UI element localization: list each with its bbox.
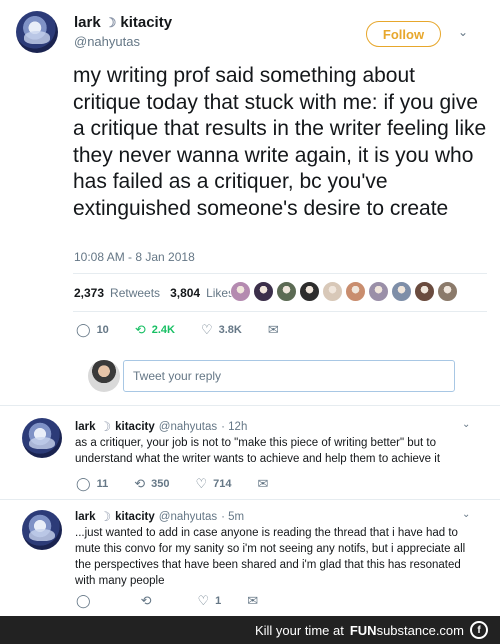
moon-icon: ☽ [99,509,112,524]
reply-handle: @nahyutas [158,511,218,523]
retweet-count: 2.4K [151,324,175,336]
heart-icon: ♡ [195,476,208,491]
display-name-suffix: kitacity [115,511,155,523]
like-action[interactable]: ♡ 714 [195,476,231,492]
dm-action[interactable]: ✉ [247,593,258,609]
author-name[interactable]: lark ☽ kitacity [74,14,172,31]
author-handle[interactable]: @nahyutas [74,34,140,49]
display-name-suffix: kitacity [120,14,173,31]
retweet-action[interactable]: ⟲ 2.4K [135,322,175,338]
funsubstance-logo-icon: f [470,621,488,639]
likes-count[interactable]: 3,804 [170,286,200,300]
like-action[interactable]: ♡ 3.8K [201,322,242,338]
liker-avatar[interactable] [345,281,366,302]
retweet-icon: ⟲ [134,322,146,337]
liker-avatar[interactable] [437,281,458,302]
watermark-prefix: Kill your time at [254,622,344,638]
divider [73,273,487,274]
tweet-actions: ◯ 10 ⟲ 2.4K ♡ 3.8K ✉ [76,322,305,338]
liker-avatar[interactable] [253,281,274,302]
follow-button[interactable]: Follow [366,21,441,47]
reply-actions: ◯ ⟲ ♡ 1 ✉ [76,593,284,609]
liker-avatar[interactable] [414,281,435,302]
liker-avatar[interactable] [230,281,251,302]
watermark-bar: Kill your time at FUNsubstance.com f [0,616,500,644]
reply-input[interactable]: Tweet your reply [123,360,455,392]
display-name-suffix: kitacity [115,421,155,433]
liker-avatars[interactable] [230,281,458,302]
like-action[interactable]: ♡ 1 [197,593,221,609]
envelope-icon: ✉ [257,476,269,491]
liker-avatar[interactable] [391,281,412,302]
chevron-down-icon[interactable]: ⌄ [462,419,470,430]
like-count: 3.8K [218,324,242,336]
reply-actions: ◯ 11 ⟲ 350 ♡ 714 ✉ [76,476,294,492]
retweets-count[interactable]: 2,373 [74,286,104,300]
watermark-brand: FUNsubstance.com [349,622,464,638]
retweet-icon: ⟲ [140,593,152,608]
dm-action[interactable]: ✉ [257,476,268,492]
reply-time: · 12h [221,421,248,433]
reply-time: · 5m [221,511,245,523]
dm-action[interactable]: ✉ [268,322,279,338]
heart-icon: ♡ [197,593,210,608]
liker-avatar[interactable] [276,281,297,302]
like-count: 1 [215,595,222,607]
tweet-stats: 2,373 Retweets 3,804 Likes [74,286,234,300]
display-name: lark [75,421,96,433]
avatar [88,360,120,392]
retweet-icon: ⟲ [134,476,146,491]
envelope-icon: ✉ [267,322,279,337]
reply-icon: ◯ [76,593,91,608]
reply-count: 11 [96,478,109,490]
moon-icon: ☽ [104,14,117,30]
reply-action[interactable]: ◯ [76,593,97,609]
like-count: 714 [213,478,232,490]
reply-text: ...just wanted to add in case anyone is … [75,527,466,587]
reply-author[interactable]: lark ☽ kitacity @nahyutas · 12h [75,419,247,435]
heart-icon: ♡ [200,322,213,337]
retweet-count: 350 [151,478,170,490]
retweet-action[interactable]: ⟲ [141,593,158,609]
reply-icon: ◯ [76,322,91,337]
chevron-down-icon[interactable]: ⌄ [462,509,470,520]
liker-avatar[interactable] [368,281,389,302]
avatar[interactable] [22,418,62,458]
reply-action[interactable]: ◯ 10 [76,322,109,338]
divider [0,405,500,406]
retweet-action[interactable]: ⟲ 350 [134,476,169,492]
reply-action[interactable]: ◯ 11 [76,476,108,492]
chevron-down-icon[interactable]: ⌄ [458,25,468,39]
liker-avatar[interactable] [322,281,343,302]
reply-count: 10 [96,324,109,336]
divider [0,499,500,500]
display-name: lark [74,14,101,31]
tweet-text: my writing prof said something about cri… [73,64,487,220]
tweet-timestamp[interactable]: 10:08 AM - 8 Jan 2018 [74,250,195,264]
liker-avatar[interactable] [299,281,320,302]
divider [73,311,487,312]
avatar[interactable] [16,11,58,53]
reply-author[interactable]: lark ☽ kitacity @nahyutas · 5m [75,509,244,525]
moon-icon: ☽ [99,419,112,434]
reply-icon: ◯ [76,476,91,491]
avatar[interactable] [22,510,62,550]
envelope-icon: ✉ [247,593,259,608]
retweets-label[interactable]: Retweets [110,286,160,300]
reply-text: as a critiquer, your job is not to "make… [75,437,441,465]
reply-handle: @nahyutas [158,421,218,433]
display-name: lark [75,511,96,523]
